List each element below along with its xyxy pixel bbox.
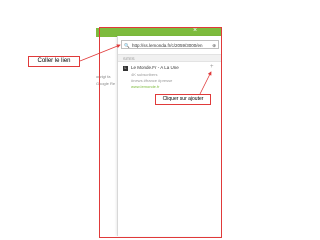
annotation-arrows	[79, 44, 212, 95]
arrow-paste-link	[79, 44, 121, 62]
arrow-click-add	[199, 71, 212, 95]
